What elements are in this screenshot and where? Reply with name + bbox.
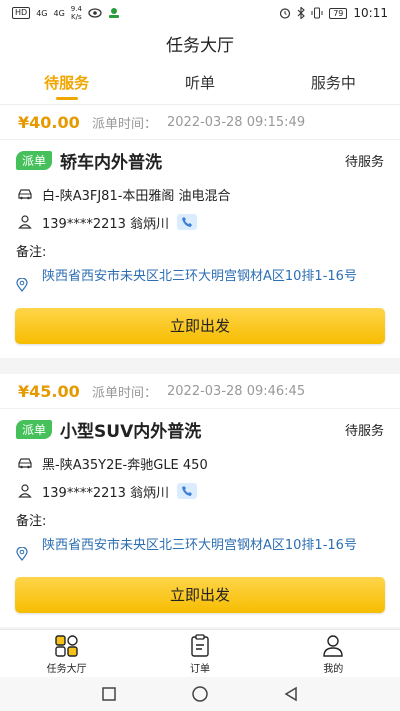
bottom-nav: 任务大厅 订单 我的 <box>0 629 400 678</box>
person-icon <box>16 482 34 500</box>
call-button[interactable] <box>177 214 198 230</box>
contact-info: 139****2213 翁炳川 <box>42 485 170 501</box>
nav-label-mine: 我的 <box>323 663 344 675</box>
order-status: 待服务 <box>344 154 384 170</box>
phone-icon <box>182 217 193 227</box>
battery-level: 79 <box>329 7 348 19</box>
dispatch-time-label: 派单时间： <box>92 116 158 132</box>
depart-now-button[interactable]: 立即出发 <box>15 577 385 613</box>
nav-label-orders: 订单 <box>189 663 210 675</box>
nav-orders[interactable]: 订单 <box>133 630 266 678</box>
vehicle-info: 黑-陕A35Y2E-奔驰GLE 450 <box>42 457 208 473</box>
location-pin-icon <box>16 537 34 567</box>
nav-label-task-hall: 任务大厅 <box>46 663 87 675</box>
call-button[interactable] <box>177 483 198 499</box>
signal-1: 4G <box>36 8 48 18</box>
address-row[interactable]: 陕西省西安市未央区北三环大明宫钢材A区10排1-16号 <box>0 533 400 567</box>
note-label: 备注: <box>16 513 47 529</box>
order-price: ¥40.00 <box>18 112 80 132</box>
note-row: 备注: <box>0 236 400 264</box>
eye-icon <box>88 8 102 18</box>
tab-bar: 待服务 听单 服务中 <box>0 66 400 105</box>
tab-pending[interactable]: 待服务 <box>0 66 133 104</box>
phone-icon <box>182 486 193 496</box>
user-status-icon <box>108 8 119 18</box>
signal-2: 4G <box>53 8 65 18</box>
back-icon[interactable] <box>283 686 299 702</box>
address-row[interactable]: 陕西省西安市未央区北三环大明宫钢材A区10排1-16号 <box>0 264 400 298</box>
grid-icon <box>54 634 78 657</box>
note-label: 备注: <box>16 244 47 260</box>
car-icon <box>16 185 34 203</box>
dispatch-tag: 派单 <box>16 150 53 170</box>
bluetooth-icon <box>297 7 306 19</box>
system-nav-bar <box>0 677 400 711</box>
address-text: 陕西省西安市未央区北三环大明宫钢材A区10排1-16号 <box>42 538 357 553</box>
vehicle-info: 白-陕A3FJ81-本田雅阁 油电混合 <box>42 188 231 204</box>
service-name: 小型SUV内外普洗 <box>60 421 202 442</box>
dispatch-tag: 派单 <box>16 419 53 439</box>
vibrate-icon <box>311 7 323 19</box>
order-price: ¥45.00 <box>18 381 80 401</box>
contact-info: 139****2213 翁炳川 <box>42 216 170 232</box>
dispatch-time: 2022-03-28 09:15:49 <box>167 114 306 130</box>
order-status: 待服务 <box>344 423 384 439</box>
order-card: ¥45.00 派单时间： 2022-03-28 09:46:45 派单 小型SU… <box>0 374 400 627</box>
status-bar: HD 4G 4G 9.4 K/s 79 10:11 <box>0 0 400 26</box>
service-name: 轿车内外普洗 <box>60 152 163 173</box>
dispatch-time: 2022-03-28 09:46:45 <box>167 383 306 399</box>
dispatch-time-label: 派单时间： <box>92 385 158 401</box>
address-text: 陕西省西安市未央区北三环大明宫钢材A区10排1-16号 <box>42 269 357 284</box>
hd-indicator: HD <box>12 7 31 19</box>
clipboard-icon <box>191 633 209 657</box>
person-icon <box>323 634 344 657</box>
page-title: 任务大厅 <box>0 26 400 66</box>
location-pin-icon <box>16 268 34 298</box>
nav-task-hall[interactable]: 任务大厅 <box>0 630 133 678</box>
home-icon[interactable] <box>191 685 209 703</box>
note-row: 备注: <box>0 505 400 533</box>
clock: 10:11 <box>353 6 388 20</box>
nav-mine[interactable]: 我的 <box>267 630 400 678</box>
car-icon <box>16 454 34 472</box>
network-speed: 9.4 K/s <box>70 5 82 21</box>
order-card: ¥40.00 派单时间： 2022-03-28 09:15:49 派单 轿车内外… <box>0 105 400 358</box>
person-icon <box>16 213 34 231</box>
tab-in-service[interactable]: 服务中 <box>267 66 400 104</box>
alarm-icon <box>280 8 291 19</box>
depart-now-button[interactable]: 立即出发 <box>15 308 385 344</box>
recents-icon[interactable] <box>101 686 117 702</box>
tab-listen[interactable]: 听单 <box>133 66 266 104</box>
